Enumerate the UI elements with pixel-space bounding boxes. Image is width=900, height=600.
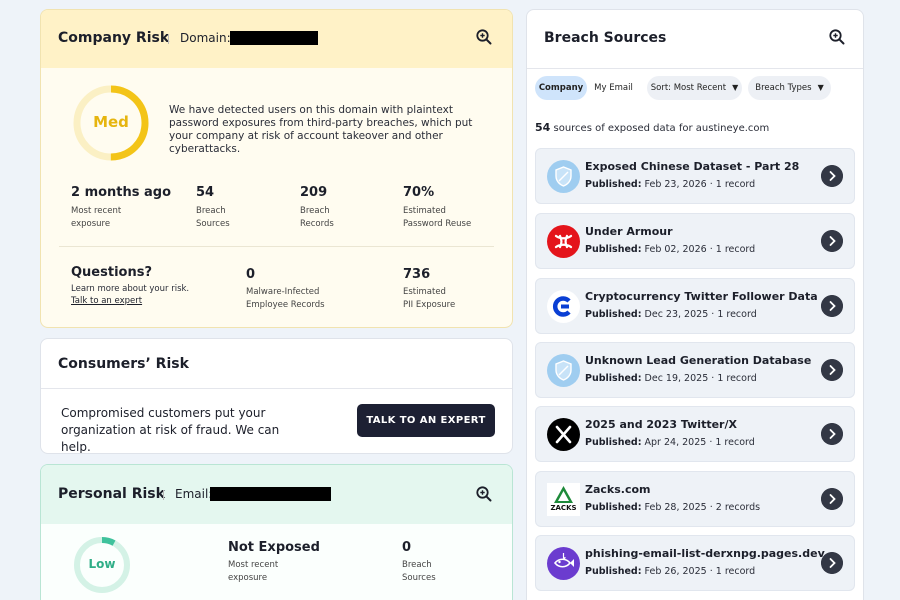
breach-row[interactable]: ZACKS Zacks.com Published: Feb 28, 2025 … bbox=[535, 471, 855, 527]
breach-row[interactable]: phishing-email-list-derxnpg.pages.dev Pu… bbox=[535, 535, 855, 591]
section-divider bbox=[59, 246, 494, 247]
zoom-icon[interactable] bbox=[475, 485, 493, 503]
breach-sources-title: Breach Sources bbox=[544, 30, 667, 46]
consumers-risk-title: Consumers’ Risk bbox=[58, 356, 189, 372]
shield-logo-icon bbox=[547, 354, 580, 387]
x-logo-icon bbox=[547, 418, 580, 451]
redacted-domain bbox=[230, 31, 318, 45]
breach-title: Zacks.com bbox=[585, 483, 651, 496]
breach-row[interactable]: Cryptocurrency Twitter Follower Data Pub… bbox=[535, 278, 855, 334]
breach-types-dropdown[interactable]: Breach Types ▼ bbox=[748, 76, 831, 100]
stat-password-reuse-value: 70% bbox=[403, 185, 435, 200]
domain-label: Domain: bbox=[180, 31, 231, 45]
personal-risk-card: Personal Risk Email: Low Not Exposed Mos… bbox=[40, 464, 513, 600]
breach-title: Exposed Chinese Dataset - Part 28 bbox=[585, 160, 800, 173]
chevron-down-icon: ▼ bbox=[732, 83, 739, 92]
stat-password-reuse-label: Estimated Password Reuse bbox=[403, 206, 472, 229]
chevron-right-icon[interactable] bbox=[821, 552, 843, 574]
stat-pii-label: Estimated PII Exposure bbox=[403, 287, 456, 310]
breach-row[interactable]: 2025 and 2023 Twitter/X Published: Apr 2… bbox=[535, 406, 855, 462]
risk-level-label: Med bbox=[93, 113, 129, 131]
breach-published: Published: Dec 19, 2025 · 1 record bbox=[585, 373, 757, 384]
zoom-icon[interactable] bbox=[828, 28, 846, 46]
stat-breach-sources-value: 54 bbox=[196, 185, 215, 200]
stat-breach-sources-label: Breach Sources bbox=[196, 206, 230, 229]
filter-company-tab[interactable]: Company bbox=[535, 76, 587, 100]
talk-to-expert-button[interactable]: TALK TO AN EXPERT bbox=[357, 404, 495, 437]
talk-to-expert-link[interactable]: Talk to an expert bbox=[71, 296, 142, 306]
breach-row[interactable]: Under Armour Published: Feb 02, 2026 · 1… bbox=[535, 213, 855, 269]
stat-recent-exposure-value: 2 months ago bbox=[71, 185, 172, 200]
breach-title: phishing-email-list-derxnpg.pages.dev bbox=[585, 547, 825, 560]
phishing-logo-icon bbox=[547, 547, 580, 580]
stat-malware-label: Malware-Infected Employee Records bbox=[246, 287, 325, 310]
consumers-divider bbox=[41, 388, 512, 389]
zacks-logo-icon: ZACKS bbox=[547, 483, 580, 516]
questions-title: Questions? bbox=[71, 265, 152, 280]
personal-risk-header: Personal Risk Email: bbox=[41, 465, 512, 524]
stat-not-exposed-label: Most recent exposure bbox=[228, 560, 279, 583]
risk-description: We have detected users on this domain wi… bbox=[169, 104, 473, 155]
chevron-right-icon[interactable] bbox=[821, 488, 843, 510]
under-armour-logo-icon bbox=[547, 225, 580, 258]
personal-risk-level-label: Low bbox=[88, 557, 116, 571]
chevron-right-icon[interactable] bbox=[821, 423, 843, 445]
personal-risk-title: Personal Risk bbox=[58, 486, 165, 502]
breach-title: Cryptocurrency Twitter Follower Data bbox=[585, 290, 818, 303]
stat-recent-exposure-label: Most recent exposure bbox=[71, 206, 122, 229]
breach-title: Under Armour bbox=[585, 225, 673, 238]
header-separator bbox=[168, 34, 169, 44]
chevron-right-icon[interactable] bbox=[821, 359, 843, 381]
company-risk-header: Company Risk Domain: bbox=[41, 10, 512, 68]
header-separator bbox=[163, 490, 164, 500]
chevron-right-icon[interactable] bbox=[821, 295, 843, 317]
stat-breach-records-label: Breach Records bbox=[300, 206, 334, 229]
consumers-risk-text: Compromised customers put your organizat… bbox=[61, 406, 280, 454]
breach-published: Published: Feb 26, 2025 · 1 record bbox=[585, 566, 756, 577]
shield-logo-icon bbox=[547, 160, 580, 193]
stat-breach-records-value: 209 bbox=[300, 185, 328, 200]
stat-personal-breach-value: 0 bbox=[402, 540, 412, 555]
email-label: Email: bbox=[175, 487, 213, 501]
sources-count-line: 54 sources of exposed data for austineye… bbox=[535, 121, 770, 134]
breach-title: Unknown Lead Generation Database bbox=[585, 354, 812, 367]
breach-published: Published: Feb 02, 2026 · 1 record bbox=[585, 244, 756, 255]
breach-row[interactable]: Unknown Lead Generation Database Publish… bbox=[535, 342, 855, 398]
redacted-email bbox=[210, 487, 331, 501]
breach-published: Published: Dec 23, 2025 · 1 record bbox=[585, 309, 757, 320]
questions-text: Learn more about your risk. bbox=[71, 284, 190, 294]
stat-personal-breach-label: Breach Sources bbox=[402, 560, 436, 583]
consumers-risk-card: Consumers’ Risk Compromised customers pu… bbox=[40, 338, 513, 454]
company-risk-title: Company Risk bbox=[58, 30, 170, 46]
filter-my-email-tab[interactable]: My Email bbox=[587, 76, 640, 100]
chevron-right-icon[interactable] bbox=[821, 165, 843, 187]
breach-row[interactable]: Exposed Chinese Dataset - Part 28 Publis… bbox=[535, 148, 855, 204]
sort-dropdown[interactable]: Sort: Most Recent ▼ bbox=[647, 76, 742, 100]
breach-published: Published: Apr 24, 2025 · 1 record bbox=[585, 437, 755, 448]
breach-title: 2025 and 2023 Twitter/X bbox=[585, 418, 737, 431]
stat-pii-value: 736 bbox=[403, 267, 431, 282]
breach-published: Published: Feb 28, 2025 · 2 records bbox=[585, 502, 761, 513]
chevron-down-icon: ▼ bbox=[817, 83, 824, 92]
stat-malware-value: 0 bbox=[246, 267, 256, 282]
zoom-icon[interactable] bbox=[475, 28, 493, 46]
chevron-right-icon[interactable] bbox=[821, 230, 843, 252]
breach-published: Published: Feb 23, 2026 · 1 record bbox=[585, 179, 756, 190]
company-risk-card: Company Risk Domain: Med We have detecte… bbox=[40, 9, 513, 328]
breach-sources-card: Breach Sources Company My Email Sort: Mo… bbox=[526, 9, 864, 600]
crypto-logo-icon bbox=[547, 290, 580, 323]
breach-header-divider bbox=[527, 68, 863, 69]
stat-not-exposed-value: Not Exposed bbox=[228, 540, 320, 555]
